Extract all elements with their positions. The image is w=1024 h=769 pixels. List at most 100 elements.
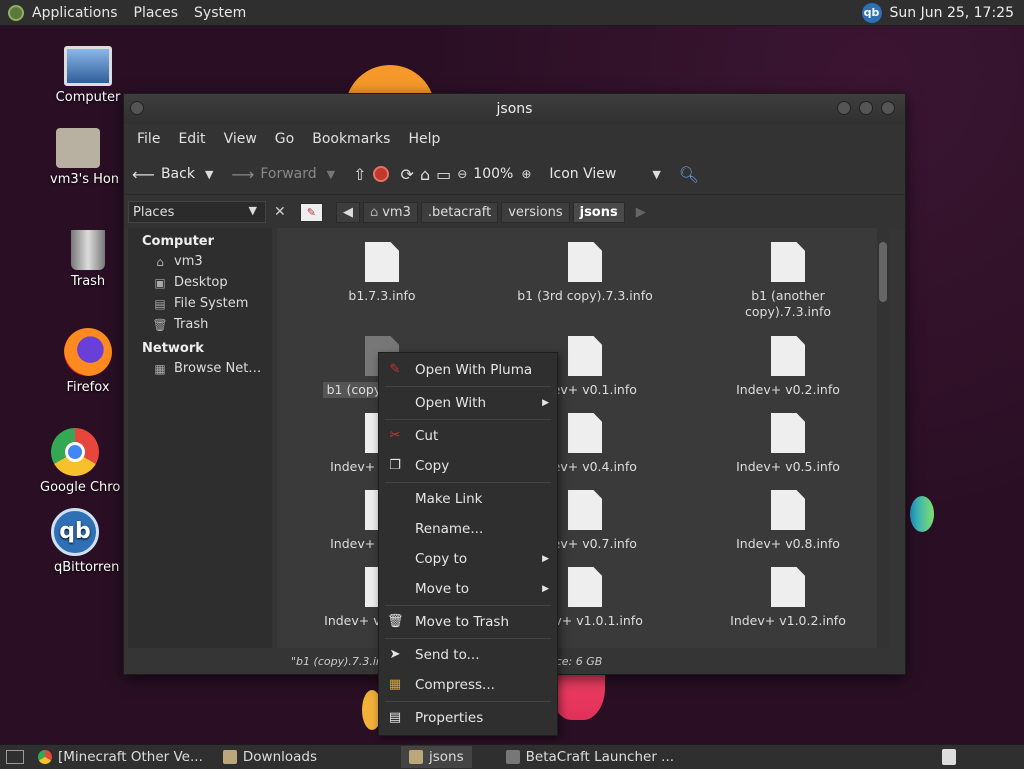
file-label: Indev+ v1.0.2.info — [730, 613, 846, 628]
window-menu-button[interactable] — [130, 101, 144, 115]
menu-item-label: Open With — [415, 395, 487, 411]
window-titlebar[interactable]: jsons — [124, 94, 905, 124]
clock[interactable]: Sun Jun 25, 17:25 — [890, 5, 1014, 21]
breadcrumb-versions[interactable]: versions — [501, 201, 570, 223]
wallpaper-shape — [910, 496, 934, 532]
document-icon — [568, 567, 602, 607]
back-button[interactable]: ⟵ Back ▼ — [132, 165, 219, 184]
menu-help[interactable]: Help — [399, 131, 449, 147]
chevron-down-icon: ▼ — [652, 167, 661, 181]
menu-item-send-to[interactable]: ➤ Send to... — [379, 640, 557, 670]
qbittorrent-tray-icon[interactable]: qb — [861, 2, 882, 23]
menu-go[interactable]: Go — [266, 131, 303, 147]
submenu-arrow-icon: ▶ — [542, 398, 549, 408]
menu-item-copy-to[interactable]: Copy to ▶ — [379, 544, 557, 574]
sidebar-item-trash[interactable]: 🗑︎ Trash — [128, 314, 272, 335]
menu-item-move-to[interactable]: Move to ▶ — [379, 574, 557, 604]
home-icon[interactable]: ⌂ — [420, 165, 430, 184]
chrome-icon — [38, 750, 52, 764]
search-icon[interactable]: 🔍︎ — [679, 165, 699, 184]
menu-item-compress[interactable]: ▦ Compress... — [379, 670, 557, 700]
menu-bookmarks[interactable]: Bookmarks — [303, 131, 399, 147]
menu-item-open-with[interactable]: Open With ▶ — [379, 388, 557, 418]
drive-icon: ▤ — [154, 296, 166, 311]
file-item[interactable]: Indev+ v1.0.2.info — [713, 567, 863, 629]
breadcrumb-forward-icon[interactable]: ▶ — [636, 205, 646, 220]
zoom-control[interactable]: ⊖ 100% ⊕ — [457, 166, 537, 182]
menu-file[interactable]: File — [128, 131, 169, 147]
applications-logo-icon[interactable] — [8, 4, 24, 21]
minimize-button[interactable] — [837, 101, 851, 115]
file-icon-view[interactable]: b1.7.3.info b1 (3rd copy).7.3.info b1 (a… — [277, 228, 889, 648]
file-item[interactable]: Indev+ v0.5.info — [713, 413, 863, 475]
stop-button[interactable] — [372, 166, 389, 182]
menu-places[interactable]: Places — [126, 5, 187, 21]
taskbar-item-jsons[interactable]: jsons — [401, 746, 472, 768]
desktop-icon-qbittorrent[interactable]: qb qBittorrent — [30, 508, 120, 575]
file-label: Indev+ v0.2.info — [736, 382, 840, 397]
menu-item-make-link[interactable]: Make Link — [379, 484, 557, 514]
menu-item-properties[interactable]: ▤ Properties — [379, 703, 557, 733]
menu-item-copy[interactable]: ❐ Copy — [379, 451, 557, 481]
breadcrumb-jsons[interactable]: jsons — [572, 201, 625, 223]
chevron-down-icon[interactable]: ▼ — [205, 168, 213, 181]
scrollbar-thumb[interactable] — [879, 242, 887, 302]
sidebar-places-select[interactable]: Places ▼ — [128, 201, 266, 223]
task-label: [Minecraft Other Ve... — [58, 749, 203, 765]
scissors-icon: ✂ — [389, 428, 401, 443]
home-icon: ⌂ — [369, 204, 379, 220]
chevron-down-icon[interactable]: ▼ — [327, 168, 335, 181]
file-item[interactable]: b1 (another copy).7.3.info — [713, 242, 863, 320]
menu-item-label: Move to — [415, 581, 470, 597]
breadcrumb-betacraft[interactable]: .betacraft — [420, 201, 499, 223]
document-icon — [568, 490, 602, 530]
desktop-icon-chrome[interactable]: Google Chrome — [30, 428, 120, 495]
menu-item-move-to-trash[interactable]: 🗑︎ Move to Trash — [379, 607, 557, 637]
sidebar-item-label: Trash — [174, 317, 209, 332]
close-button[interactable] — [881, 101, 895, 115]
desktop-icon-home[interactable]: vm3's Home — [38, 128, 118, 187]
edit-location-icon[interactable]: ✎ — [299, 202, 323, 222]
zoom-out-icon[interactable]: ⊖ — [457, 167, 467, 181]
maximize-button[interactable] — [859, 101, 873, 115]
forward-button[interactable]: ⟶ Forward ▼ — [231, 165, 341, 184]
computer-icon[interactable]: ▭ — [436, 165, 451, 184]
file-item[interactable]: Indev+ v0.8.info — [713, 490, 863, 552]
close-sidebar-icon[interactable]: ✕ — [274, 204, 286, 220]
sidebar-item-vm3[interactable]: ⌂ vm3 — [128, 251, 272, 272]
menu-system[interactable]: System — [186, 5, 254, 21]
taskbar-item-minecraft[interactable]: [Minecraft Other Ve... — [30, 746, 211, 768]
taskbar-item-downloads[interactable]: Downloads — [215, 746, 325, 768]
reload-icon[interactable]: ⟳ — [401, 165, 414, 184]
back-label: Back — [160, 166, 195, 182]
document-icon — [771, 490, 805, 530]
menu-item-cut[interactable]: ✂ Cut — [379, 421, 557, 451]
show-desktop-icon[interactable] — [6, 750, 24, 764]
menu-item-open-with-pluma[interactable]: ✎ Open With Pluma — [379, 355, 557, 385]
desktop-icon-label: vm3's Home — [50, 172, 118, 187]
menubar: File Edit View Go Bookmarks Help — [124, 124, 905, 154]
sidebar-item-browse-network[interactable]: ▦ Browse Net… — [128, 358, 272, 379]
desktop-icon-label: Google Chrome — [40, 480, 120, 495]
send-icon: ➤ — [389, 647, 401, 662]
zoom-in-icon[interactable]: ⊕ — [521, 167, 531, 181]
file-item[interactable]: Indev+ v0.2.info — [713, 336, 863, 398]
sidebar-item-file-system[interactable]: ▤ File System — [128, 293, 272, 314]
file-item[interactable]: b1.7.3.info — [307, 242, 457, 304]
breadcrumb-vm3[interactable]: ⌂ vm3 — [362, 201, 418, 223]
menu-applications[interactable]: Applications — [24, 5, 126, 21]
workspace-switcher[interactable] — [942, 749, 956, 765]
sidebar-item-label: File System — [174, 296, 249, 311]
file-item[interactable]: b1 (3rd copy).7.3.info — [510, 242, 660, 304]
taskbar-item-betacraft[interactable]: BetaCraft Launcher ... — [498, 746, 682, 768]
clock-area: qb Sun Jun 25, 17:25 — [861, 0, 1014, 25]
menu-item-rename[interactable]: Rename... — [379, 514, 557, 544]
sidebar-item-desktop[interactable]: ▣ Desktop — [128, 272, 272, 293]
vertical-scrollbar[interactable] — [877, 228, 889, 648]
menu-view[interactable]: View — [215, 131, 266, 147]
sidebar-item-label: Browse Net… — [174, 361, 262, 376]
breadcrumb-back-icon[interactable]: ◀ — [335, 201, 360, 223]
up-arrow-icon[interactable]: ⇧ — [353, 165, 366, 184]
view-mode-select[interactable]: Icon View ▼ — [549, 166, 666, 182]
menu-edit[interactable]: Edit — [169, 131, 214, 147]
